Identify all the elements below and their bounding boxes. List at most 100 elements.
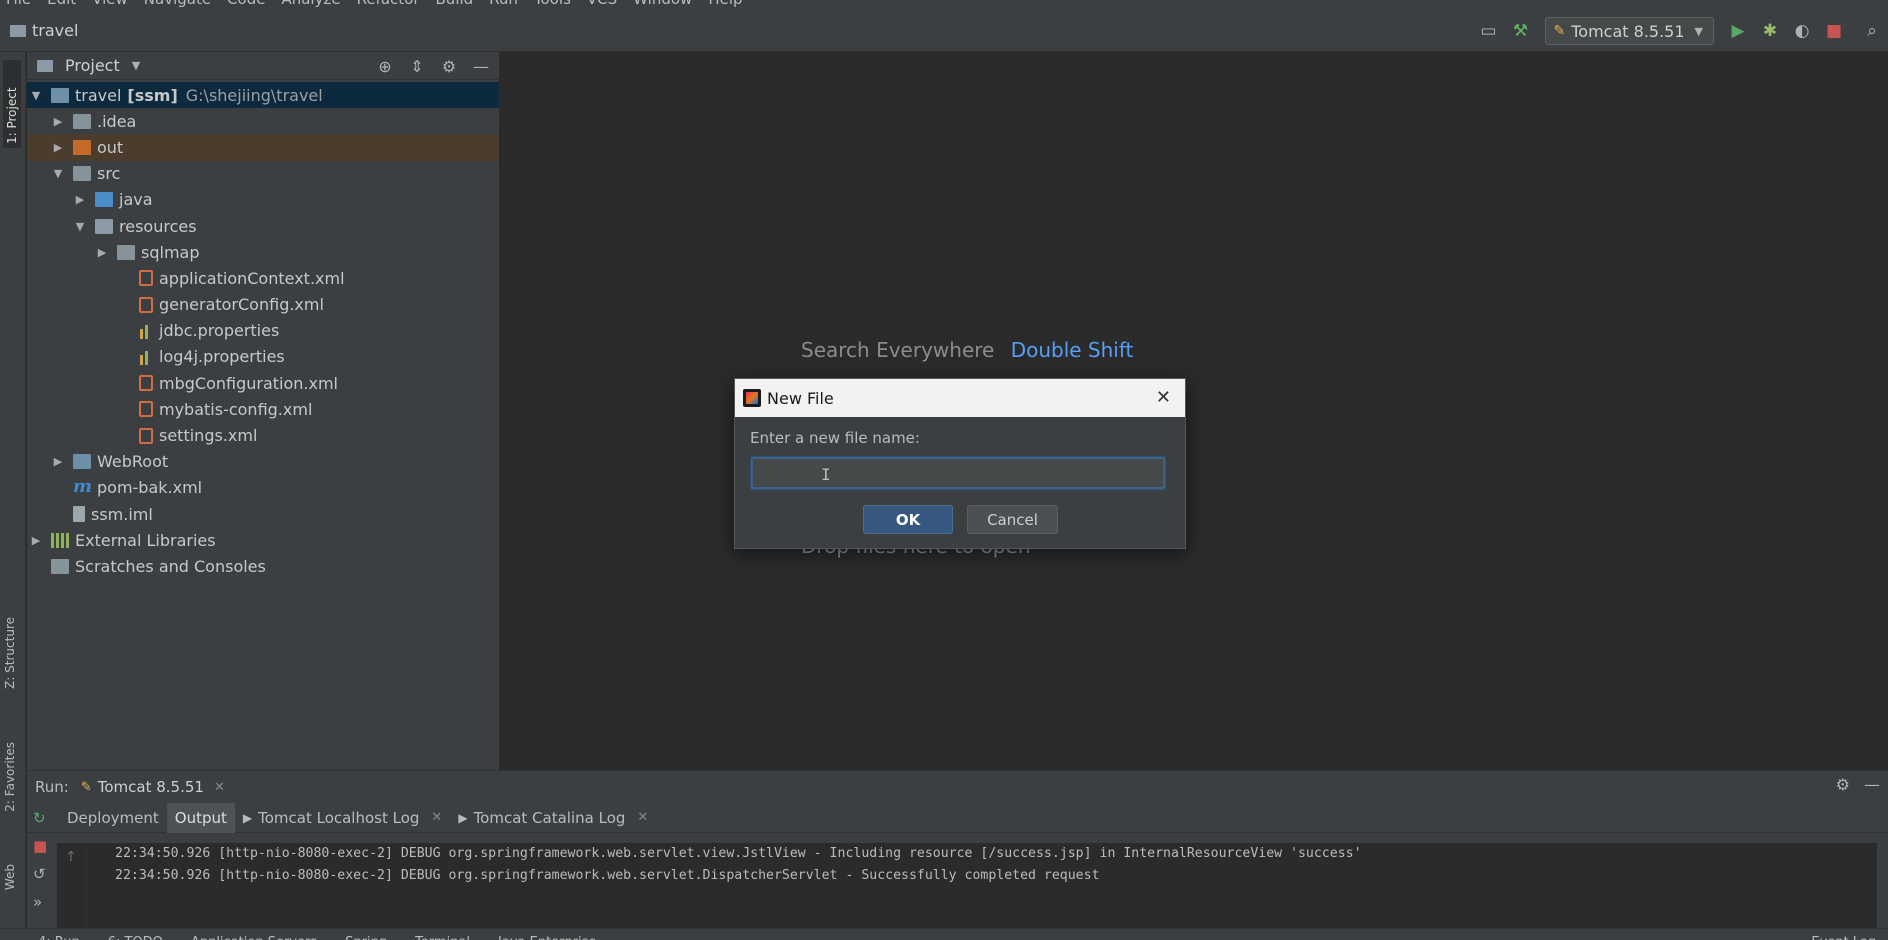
more-icon[interactable]: » (33, 893, 42, 911)
project-title[interactable]: Project (65, 56, 120, 75)
menu-refactor[interactable]: Refactor (357, 0, 420, 10)
tree-item-settings[interactable]: settings.xml (27, 422, 499, 448)
xml-file-icon (139, 270, 153, 287)
gear-icon[interactable]: ⚙ (437, 54, 461, 78)
tab-event-log[interactable]: Event Log (1811, 929, 1876, 940)
menu-edit[interactable]: Edit (47, 0, 76, 10)
tree-item-label: sqlmap (141, 242, 200, 262)
tab-terminal[interactable]: Terminal (415, 929, 470, 940)
locate-file-icon[interactable]: ⊕ (373, 54, 397, 78)
tree-item-pom-bak[interactable]: m pom-bak.xml (27, 475, 499, 501)
restart-icon[interactable]: ↺ (33, 865, 46, 883)
tool-window-bar: 4: Run 6: TODO Application Servers Sprin… (0, 928, 1888, 940)
menu-code[interactable]: Code (227, 0, 265, 10)
file-name-input[interactable] (753, 459, 1163, 487)
gear-icon[interactable]: ⚙ (1836, 775, 1850, 794)
tab-output[interactable]: Output (166, 802, 235, 833)
run-configuration-selector[interactable]: ✎ Tomcat 8.5.51 ▼ (1544, 17, 1714, 45)
menu-tools[interactable]: Tools (534, 0, 571, 10)
close-icon[interactable]: ✕ (431, 810, 442, 825)
tree-item-generatorconfig[interactable]: generatorConfig.xml (27, 292, 499, 318)
excluded-folder-icon (73, 139, 91, 155)
stop-icon[interactable]: ■ (33, 837, 47, 855)
tree-item-idea[interactable]: ▶ .idea (27, 108, 499, 134)
tab-todo[interactable]: 6: TODO (108, 929, 163, 940)
tab-structure[interactable]: Z: Structure (3, 617, 17, 689)
new-file-dialog: New File ✕ Enter a new file name: I OK C… (734, 378, 1186, 549)
menu-window[interactable]: Window (633, 0, 692, 10)
console-output[interactable]: 22:34:50.926 [http-nio-8080-exec-2] DEBU… (87, 843, 1877, 933)
tab-application-servers[interactable]: Application Servers (191, 929, 317, 940)
tree-item-mbgconfiguration[interactable]: mbgConfiguration.xml (27, 370, 499, 396)
collapse-all-icon[interactable]: ⇕ (405, 54, 429, 78)
tab-java-enterprise[interactable]: Java Enterprise (498, 929, 596, 940)
tab-project[interactable]: 1: Project (3, 60, 21, 148)
collapsed-arrow-icon[interactable]: ▶ (51, 115, 65, 128)
hint-text: Search Everywhere (801, 338, 995, 362)
tab-web[interactable]: Web (3, 864, 17, 890)
stop-icon[interactable]: ■ (1818, 15, 1850, 47)
menu-view[interactable]: View (92, 0, 128, 10)
expanded-arrow-icon[interactable]: ▼ (29, 89, 43, 102)
close-icon[interactable]: ✕ (214, 780, 225, 795)
chevron-down-icon: ▼ (1694, 24, 1703, 38)
expanded-arrow-icon[interactable]: ▼ (51, 167, 65, 180)
cancel-button[interactable]: Cancel (967, 505, 1058, 534)
tree-item-resources[interactable]: ▼ resources (27, 213, 499, 239)
minimize-icon[interactable]: — (1864, 775, 1880, 794)
scroll-up-icon[interactable]: ↑ (65, 849, 77, 865)
hint-shortcut: Double Shift (1010, 338, 1134, 362)
tree-item-mybatis-config[interactable]: mybatis-config.xml (27, 396, 499, 422)
dialog-title-bar: New File ✕ (735, 379, 1185, 417)
collapsed-arrow-icon[interactable]: ▶ (73, 193, 87, 206)
expanded-arrow-icon[interactable]: ▼ (73, 220, 87, 233)
ok-button[interactable]: OK (863, 505, 953, 534)
tree-item-applicationcontext[interactable]: applicationContext.xml (27, 265, 499, 291)
maven-file-icon: m (73, 475, 93, 497)
tree-item-external-libraries[interactable]: ▶ External Libraries (27, 527, 499, 553)
collapsed-arrow-icon[interactable]: ▶ (51, 455, 65, 468)
debug-icon[interactable]: ✱ (1754, 15, 1786, 47)
tree-item-scratches[interactable]: Scratches and Consoles (27, 553, 499, 579)
tab-run[interactable]: 4: Run (38, 929, 80, 940)
tree-item-jdbc-properties[interactable]: jdbc.properties (27, 318, 499, 344)
tab-spring[interactable]: Spring (345, 929, 387, 940)
minimize-icon[interactable]: — (469, 54, 493, 78)
menu-run[interactable]: Run (489, 0, 518, 10)
tree-item-log4j-properties[interactable]: log4j.properties (27, 344, 499, 370)
menu-file[interactable]: File (6, 0, 31, 10)
tree-item-out[interactable]: ▶ out (27, 134, 499, 161)
menu-analyze[interactable]: Analyze (281, 0, 340, 10)
run-header-actions: ⚙ — (1836, 775, 1880, 794)
search-icon[interactable]: ⌕ (1856, 15, 1888, 47)
collapsed-arrow-icon[interactable]: ▶ (51, 141, 65, 154)
run-icon[interactable]: ▶ (1722, 15, 1754, 47)
menu-vcs[interactable]: VCS (587, 0, 617, 10)
tab-tomcat-catalina-log[interactable]: ▶ Tomcat Catalina Log ✕ (450, 803, 656, 833)
menu-navigate[interactable]: Navigate (144, 0, 211, 10)
menu-build[interactable]: Build (436, 0, 474, 10)
tree-item-travel[interactable]: ▼ travel [ssm] G:\shejiing\travel (27, 82, 499, 109)
coverage-icon[interactable]: ◐ (1786, 15, 1818, 47)
run-tab-tomcat[interactable]: ✎ Tomcat 8.5.51 ✕ (81, 778, 225, 796)
tree-item-java[interactable]: ▶ java (27, 187, 499, 213)
menu-help[interactable]: Help (708, 0, 742, 10)
tree-item-ssm-iml[interactable]: ssm.iml (27, 501, 499, 527)
terminal-icon[interactable]: ▭ (1473, 15, 1505, 47)
tree-item-webroot[interactable]: ▶ WebRoot (27, 449, 499, 475)
tab-favorites[interactable]: 2: Favorites (3, 742, 17, 812)
tab-tomcat-localhost-log[interactable]: ▶ Tomcat Localhost Log ✕ (235, 803, 450, 833)
collapsed-arrow-icon[interactable]: ▶ (29, 534, 43, 547)
ide-window: File Edit View Navigate Code Analyze Ref… (0, 0, 1888, 940)
build-hammer-icon[interactable]: ⚒ (1505, 15, 1537, 47)
tree-item-sqlmap[interactable]: ▶ sqlmap (27, 239, 499, 265)
breadcrumb[interactable]: travel (0, 21, 78, 40)
close-icon[interactable]: ✕ (1156, 387, 1171, 408)
main-toolbar: ▭ ⚒ ✎ Tomcat 8.5.51 ▼ ▶ ✱ ◐ ■ ⌕ (1473, 10, 1888, 52)
tab-deployment[interactable]: Deployment (59, 803, 167, 833)
tree-item-src[interactable]: ▼ src (27, 161, 499, 187)
chevron-down-icon[interactable]: ▼ (132, 59, 140, 72)
collapsed-arrow-icon[interactable]: ▶ (95, 246, 109, 259)
properties-file-icon (139, 323, 153, 339)
close-icon[interactable]: ✕ (637, 810, 648, 825)
